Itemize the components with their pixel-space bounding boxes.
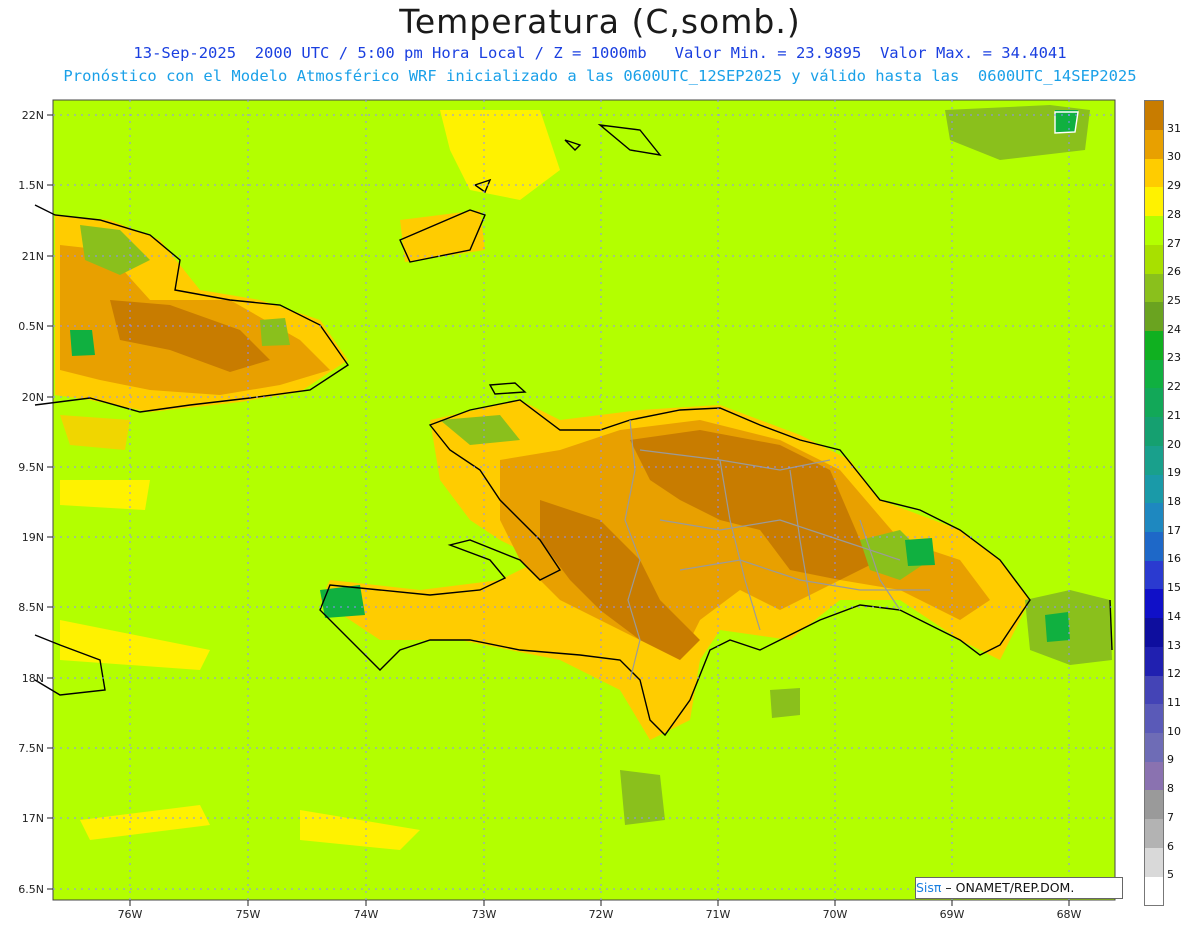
colorbar-segment (1145, 215, 1163, 245)
colorbar-segment (1145, 359, 1163, 389)
colorbar-level-label: 18 (1167, 495, 1181, 508)
colorbar-segment (1145, 876, 1163, 906)
colorbar-segment (1145, 675, 1163, 705)
colorbar-segment (1145, 474, 1163, 504)
credit-brand: Sisπ (916, 880, 942, 895)
colorbar-segment (1145, 129, 1163, 159)
colorbar-level-label: 14 (1167, 609, 1181, 623)
lon-label: 74W (354, 908, 379, 921)
lat-label: 0.5N (18, 320, 44, 333)
colorbar-segment (1145, 503, 1163, 532)
colorbar-segment (1145, 818, 1163, 848)
colorbar-segment (1145, 646, 1163, 676)
colorbar-level-label: 25 (1167, 294, 1181, 307)
colorbar-segment (1145, 732, 1163, 762)
colorbar-level-label: 7 (1167, 810, 1174, 824)
lat-label: 1.5N (18, 179, 44, 192)
colorbar-level-label: 11 (1167, 696, 1181, 709)
credit-org: – ONAMET/REP.DOM. (941, 880, 1075, 895)
colorbar-level-label: 27 (1167, 236, 1181, 250)
colorbar-segment (1145, 416, 1163, 446)
colorbar-segment (1145, 158, 1163, 188)
colorbar-level-label: 21 (1167, 408, 1181, 422)
lon-label: 72W (589, 908, 614, 921)
colorbar-segment (1145, 589, 1163, 619)
lat-label: 22N (22, 109, 44, 122)
colorbar (1144, 100, 1164, 906)
lat-label: 8.5N (18, 601, 44, 614)
colorbar-segment (1145, 101, 1163, 130)
lat-label: 7.5N (18, 742, 44, 755)
colorbar-segment (1145, 388, 1163, 418)
colorbar-segment (1145, 244, 1163, 274)
colorbar-level-label: 6 (1167, 839, 1174, 853)
lat-label: 9.5N (18, 461, 44, 474)
colorbar-level-label: 28 (1167, 207, 1181, 221)
colorbar-level-label: 29 (1167, 179, 1181, 193)
temperature-map: 76W 75W 74W 73W 72W 71W 70W 69W 68W 22N … (18, 99, 1116, 921)
colorbar-segment (1145, 560, 1163, 590)
colorbar-level-label: 20 (1167, 437, 1181, 451)
colorbar-level-label: 23 (1167, 351, 1181, 365)
colorbar-level-label: 13 (1167, 638, 1181, 652)
colorbar-level-label: 5 (1167, 868, 1174, 882)
lon-label: 75W (236, 908, 261, 921)
lon-label: 71W (706, 908, 731, 921)
colorbar-segment (1145, 302, 1163, 331)
colorbar-level-label: 10 (1167, 724, 1181, 738)
colorbar-segment (1145, 790, 1163, 820)
lat-label: 18N (22, 672, 44, 685)
colorbar-level-label: 8 (1167, 782, 1174, 796)
credit-box: Sisπ – ONAMET/REP.DOM. (915, 877, 1123, 899)
colorbar-level-label: 12 (1167, 667, 1181, 681)
lat-labels: 22N 1.5N 21N 0.5N 20N 9.5N 19N 8.5N 18N … (18, 109, 44, 896)
lon-label: 69W (940, 908, 965, 921)
colorbar-segment (1145, 273, 1163, 303)
lon-label: 68W (1057, 908, 1082, 921)
colorbar-level-label: 26 (1167, 265, 1181, 279)
lon-label: 73W (472, 908, 497, 921)
lon-label: 76W (118, 908, 143, 921)
lat-label: 20N (22, 391, 44, 404)
colorbar-level-label: 17 (1167, 523, 1181, 537)
colorbar-level-label: 30 (1167, 150, 1181, 164)
lon-label: 70W (823, 908, 848, 921)
colorbar-segment (1145, 187, 1163, 217)
colorbar-segment (1145, 330, 1163, 360)
lat-label: 21N (22, 250, 44, 263)
lat-label: 6.5N (18, 883, 44, 896)
colorbar-segment (1145, 531, 1163, 561)
colorbar-segment (1145, 761, 1163, 791)
colorbar-segment (1145, 617, 1163, 647)
colorbar-segment (1145, 445, 1163, 475)
colorbar-segment (1145, 704, 1163, 733)
lat-label: 19N (22, 531, 44, 544)
colorbar-level-label: 24 (1167, 322, 1181, 336)
lat-label: 17N (22, 812, 44, 825)
colorbar-level-label: 15 (1167, 581, 1181, 595)
colorbar-level-label: 22 (1167, 380, 1181, 394)
colorbar-level-label: 19 (1167, 466, 1181, 480)
colorbar-level-label: 31 (1167, 121, 1181, 135)
lon-labels: 76W 75W 74W 73W 72W 71W 70W 69W 68W (118, 908, 1082, 921)
colorbar-level-label: 9 (1167, 753, 1174, 767)
colorbar-level-label: 16 (1167, 552, 1181, 566)
colorbar-segment (1145, 847, 1163, 877)
